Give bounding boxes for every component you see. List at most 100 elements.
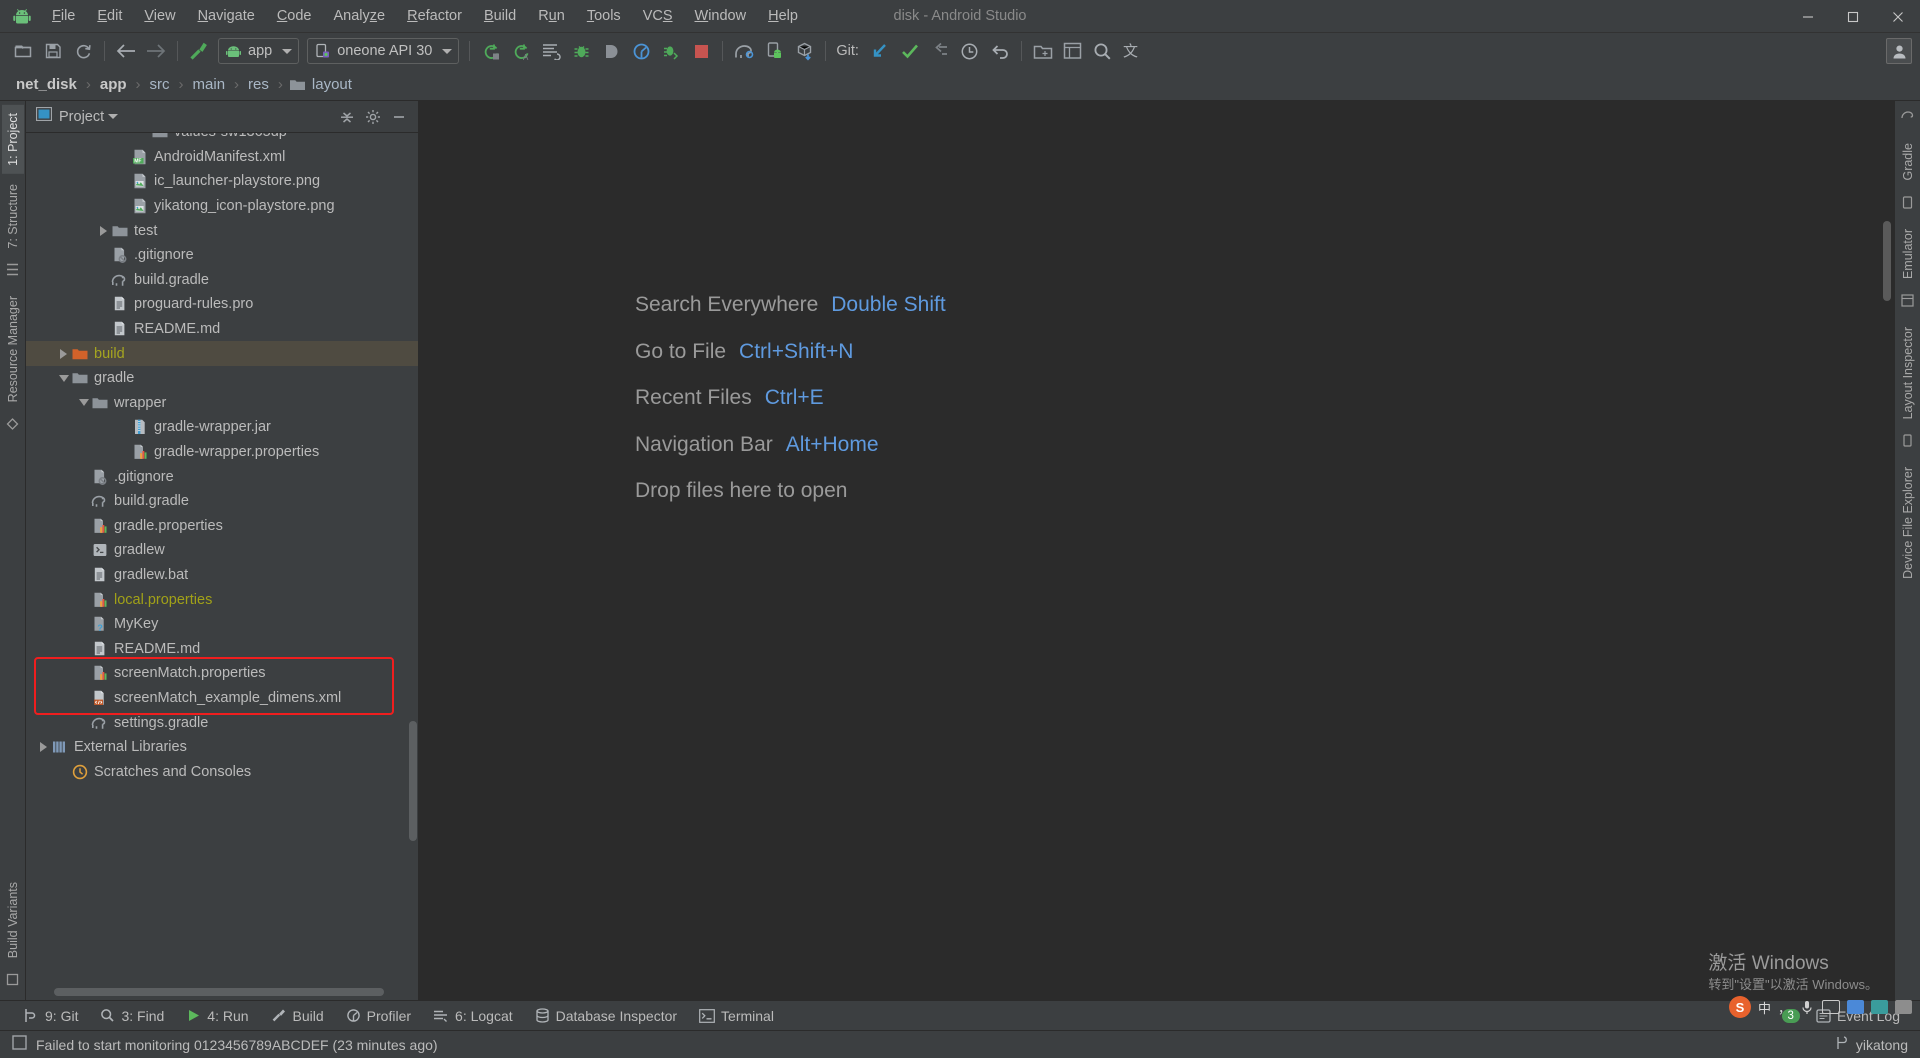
menu-run[interactable]: Run — [527, 5, 576, 27]
run-configuration-selector[interactable]: app — [218, 38, 300, 64]
tool-window-terminal[interactable]: Terminal — [689, 1005, 784, 1027]
sync-project-icon[interactable] — [68, 37, 98, 65]
stop-icon[interactable] — [686, 37, 716, 65]
keyboard-icon[interactable] — [1822, 1000, 1840, 1014]
tree-row[interactable]: gradle.properties — [26, 514, 418, 539]
menu-bar[interactable]: File Edit View Navigate Code Analyze Ref… — [41, 5, 809, 27]
minimize-button[interactable] — [1785, 0, 1830, 33]
breadcrumb-src[interactable]: src — [148, 76, 172, 93]
tree-row[interactable]: proguard-rules.pro — [26, 292, 418, 317]
tree-row[interactable]: values-sw1365dp — [26, 133, 418, 145]
maximize-button[interactable] — [1830, 0, 1875, 33]
build-variants-icon[interactable] — [6, 968, 19, 996]
tree-row[interactable]: build.gradle — [26, 489, 418, 514]
chevron-down-icon-project[interactable] — [108, 114, 119, 119]
ime-punct-label[interactable]: ， — [1778, 998, 1791, 1017]
tree-row[interactable]: test — [26, 218, 418, 243]
save-all-icon[interactable] — [38, 37, 68, 65]
tree-row[interactable]: gradlew — [26, 538, 418, 563]
device-file-explorer-icon[interactable] — [1901, 429, 1914, 457]
ime-mode-label[interactable]: 中 — [1758, 998, 1771, 1017]
tray-grey-icon[interactable] — [1895, 1000, 1912, 1014]
tree-row[interactable]: screenMatch.properties — [26, 661, 418, 686]
project-tree-vertical-scrollbar[interactable] — [409, 721, 417, 841]
tree-row[interactable]: gradle-wrapper.jar — [26, 415, 418, 440]
tree-row[interactable]: wrapper — [26, 391, 418, 416]
navigate-back-icon[interactable] — [111, 37, 141, 65]
breadcrumb-layout[interactable]: layout — [310, 76, 354, 93]
rail-item-layout-inspector[interactable]: Layout Inspector — [1897, 319, 1919, 427]
rail-item-project[interactable]: 1: Project — [1, 105, 24, 174]
tree-row[interactable]: .gitignore — [26, 464, 418, 489]
chevron-right-icon[interactable] — [96, 223, 111, 238]
tree-row[interactable]: yikatong_icon-playstore.png — [26, 194, 418, 219]
rail-item-build-variants[interactable]: Build Variants — [2, 874, 24, 966]
collapse-all-icon[interactable] — [336, 106, 358, 128]
resource-icon[interactable] — [6, 413, 19, 441]
tool-window-run[interactable]: 4: Run — [176, 1005, 258, 1027]
undo-icon[interactable] — [985, 37, 1015, 65]
user-avatar-icon[interactable] — [1886, 38, 1912, 64]
tree-row[interactable]: build — [26, 341, 418, 366]
menu-code[interactable]: Code — [266, 5, 323, 27]
navigate-forward-icon[interactable] — [141, 37, 171, 65]
breadcrumb-net_disk[interactable]: net_disk — [14, 76, 79, 93]
history-clock-icon[interactable] — [955, 37, 985, 65]
breadcrumb-app[interactable]: app — [98, 76, 129, 93]
microphone-icon[interactable] — [1798, 1000, 1815, 1015]
debug-bug-icon[interactable] — [566, 37, 596, 65]
update-project-icon[interactable] — [865, 37, 895, 65]
open-folder-icon[interactable] — [8, 37, 38, 65]
tree-row[interactable]: gradlew.bat — [26, 563, 418, 588]
breadcrumb-res[interactable]: res — [246, 76, 271, 93]
tray-teal-icon[interactable] — [1871, 1000, 1888, 1014]
device-selector[interactable]: oneone API 30 — [307, 38, 460, 64]
menu-navigate[interactable]: Navigate — [187, 5, 266, 27]
tree-row[interactable]: MF AndroidManifest.xml — [26, 145, 418, 170]
tree-row[interactable]: gradle — [26, 366, 418, 391]
breadcrumb-main[interactable]: main — [191, 76, 228, 93]
commit-checkmark-icon[interactable] — [895, 37, 925, 65]
tray-blue-icon[interactable] — [1847, 1000, 1864, 1014]
project-file-tree[interactable]: values-sw1365dp MF AndroidManifest.xml ic_l… — [26, 133, 418, 1000]
menu-tools[interactable]: Tools — [576, 5, 632, 27]
avd-manager-icon[interactable] — [759, 37, 789, 65]
run-icon[interactable] — [476, 37, 506, 65]
chevron-down-icon[interactable] — [76, 395, 91, 410]
tree-row[interactable]: local.properties — [26, 587, 418, 612]
favorites-icon[interactable] — [6, 258, 19, 286]
menu-view[interactable]: View — [133, 5, 186, 27]
run-with-coverage-icon[interactable] — [656, 37, 686, 65]
tool-window-profiler[interactable]: Profiler — [336, 1005, 421, 1027]
hide-window-icon[interactable] — [388, 106, 410, 128]
tool-window-build[interactable]: Build — [261, 1005, 334, 1027]
tree-row[interactable]: ic_launcher-playstore.png — [26, 169, 418, 194]
tree-row[interactable]: build.gradle — [26, 268, 418, 293]
rail-item-emulator[interactable]: Emulator — [1897, 221, 1919, 287]
tree-row[interactable]: settings.gradle — [26, 710, 418, 735]
translate-icon[interactable]: 文 — [1118, 37, 1148, 65]
tool-window-git[interactable]: 9: Git — [14, 1005, 88, 1027]
apply-code-changes-icon[interactable]: A — [506, 37, 536, 65]
rail-item-structure[interactable]: 7: Structure — [2, 176, 24, 257]
tree-row[interactable]: README.md — [26, 317, 418, 342]
menu-vcs[interactable]: VCS — [632, 5, 684, 27]
tool-window-logcat[interactable]: 6: Logcat — [423, 1005, 523, 1027]
tree-row[interactable]: Scratches and Consoles — [26, 759, 418, 784]
emulator-icon[interactable] — [1901, 191, 1914, 219]
tree-row[interactable]: gradle-wrapper.properties — [26, 440, 418, 465]
chevron-down-icon[interactable] — [56, 371, 71, 386]
device-download-icon[interactable] — [789, 37, 819, 65]
tree-row[interactable]: External Libraries — [26, 735, 418, 760]
tool-window-database-inspector[interactable]: Database Inspector — [525, 1005, 687, 1027]
menu-refactor[interactable]: Refactor — [396, 5, 473, 27]
close-button[interactable] — [1875, 0, 1920, 33]
tree-row[interactable]: screenMatch_example_dimens.xml — [26, 686, 418, 711]
sogou-ime-icon[interactable]: S — [1728, 996, 1751, 1018]
editor-scrollbar[interactable] — [1883, 221, 1891, 301]
make-project-hammer-icon[interactable] — [184, 37, 214, 65]
menu-window[interactable]: Window — [684, 5, 758, 27]
tree-row[interactable]: ? MyKey — [26, 612, 418, 637]
sdk-manager-elephant-icon[interactable] — [729, 37, 759, 65]
tree-row[interactable]: .gitignore — [26, 243, 418, 268]
